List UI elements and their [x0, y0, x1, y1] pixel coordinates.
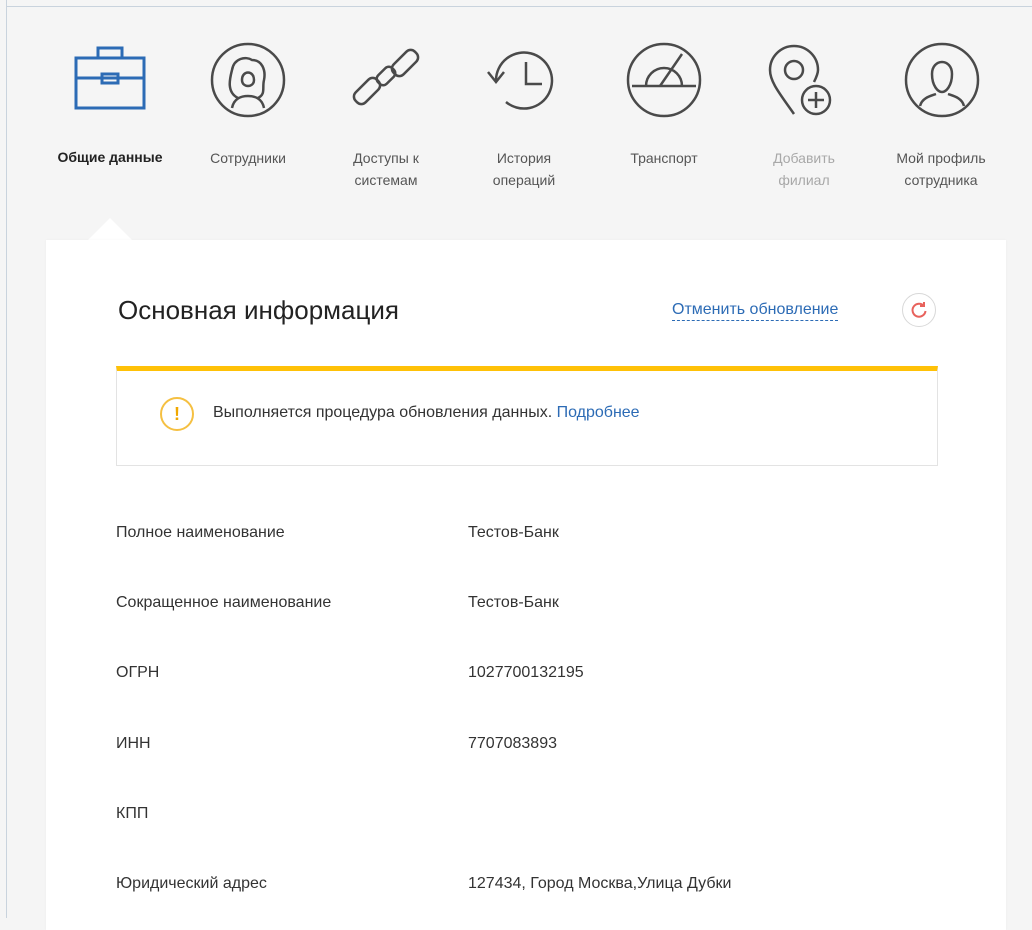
tab-employees-label: Сотрудники [210, 150, 286, 166]
field-row-legal-address: Юридический адрес 127434, Город Москва,У… [0, 875, 1032, 905]
field-label: Сокращенное наименование [116, 594, 332, 611]
employees-icon [208, 40, 288, 120]
chain-link-icon [346, 40, 426, 120]
field-value: 7707083893 [468, 735, 557, 752]
field-label: КПП [116, 805, 149, 822]
tab-transport-label: Транспорт [630, 150, 698, 166]
field-row-full-name: Полное наименование Тестов-Банк [0, 524, 1032, 554]
add-location-icon [764, 40, 844, 120]
tab-general-data-label: Общие данные [57, 149, 163, 165]
field-row-short-name: Сокращенное наименование Тестов-Банк [0, 594, 1032, 624]
field-label: Юридический адрес [116, 875, 267, 892]
field-row-kpp: КПП [0, 805, 1032, 835]
field-label: ИНН [116, 735, 151, 752]
alert-text: Выполняется процедура обновления данных. [213, 404, 553, 421]
active-tab-pointer [88, 218, 132, 240]
field-label: ОГРН [116, 664, 160, 681]
section-title: Основная информация [118, 295, 399, 325]
alert-message: Выполняется процедура обновления данных.… [213, 404, 640, 422]
tab-operations-history-label: История операций [492, 150, 556, 188]
field-value: 127434, Город Москва,Улица Дубки [468, 875, 732, 892]
section-tabs: Общие данные Сотрудники Доступы к систем… [0, 0, 1032, 240]
history-icon [484, 40, 564, 120]
field-value: 1027700132195 [468, 664, 584, 681]
details-link[interactable]: Подробнее [557, 404, 640, 421]
tab-employees[interactable] [208, 0, 288, 220]
briefcase-icon [70, 40, 150, 120]
field-value: Тестов-Банк [468, 524, 559, 541]
field-row-ogrn: ОГРН 1027700132195 [0, 664, 1032, 694]
cancel-update-link[interactable]: Отменить обновление [672, 300, 839, 321]
refresh-button[interactable] [902, 293, 936, 327]
tab-transport[interactable] [624, 0, 704, 220]
tab-my-profile-label: Мой профиль сотрудника [896, 150, 986, 188]
tab-system-access-label: Доступы к системам [353, 150, 419, 188]
refresh-icon [911, 302, 927, 318]
user-profile-icon [902, 40, 982, 120]
field-label: Полное наименование [116, 524, 285, 541]
field-value: Тестов-Банк [468, 594, 559, 611]
speedometer-icon [624, 40, 704, 120]
field-row-inn: ИНН 7707083893 [0, 735, 1032, 765]
warning-icon: ! [160, 397, 194, 431]
tab-add-branch-label: Добавить филиал [773, 150, 835, 188]
tab-general-data[interactable] [70, 0, 150, 220]
